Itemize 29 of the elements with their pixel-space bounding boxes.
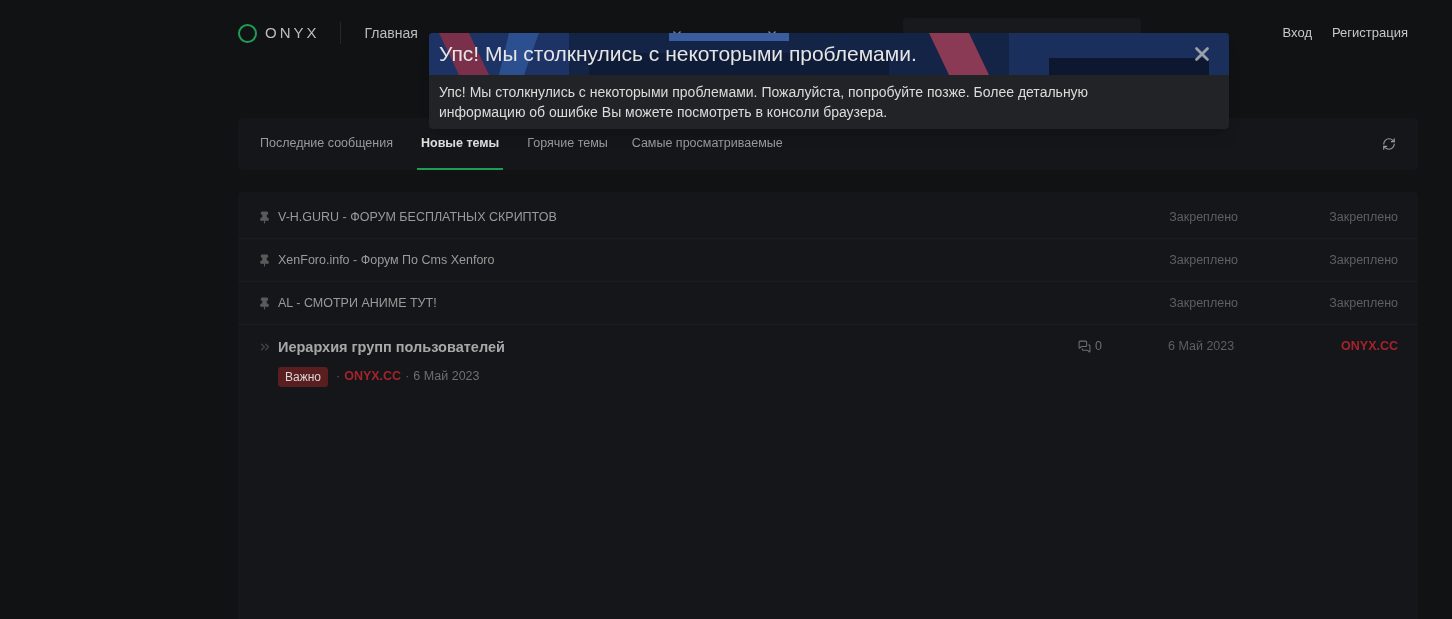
logo-icon — [238, 23, 257, 43]
thread-date: Закреплено — [1169, 294, 1239, 312]
thread-date: Закреплено — [1169, 208, 1239, 226]
last-post: Закреплено — [1329, 294, 1398, 312]
refresh-icon[interactable] — [1382, 137, 1396, 151]
separator-dot: · — [405, 368, 410, 386]
thread-title[interactable]: XenForo.info - Форум По Cms Xenforo — [278, 250, 495, 270]
thread-title[interactable]: V-H.GURU - ФОРУМ БЕСПЛАТНЫХ СКРИПТОВ — [278, 207, 557, 227]
dialog-title: Упс! Мы столкнулись с некоторыми проблемами. — [439, 41, 917, 68]
double-chevron-icon — [258, 340, 272, 354]
auth-link[interactable]: Регистрация — [1332, 23, 1408, 43]
replies-icon — [1078, 339, 1092, 353]
thread-date: 6 Май 2023 — [1168, 338, 1236, 355]
last-post: Закреплено — [1329, 251, 1398, 269]
reply-count: 0 — [1095, 338, 1102, 355]
thread-title[interactable]: AL - СМОТРИ АНИМЕ ТУТ! — [278, 293, 437, 313]
auth-link[interactable]: Вход — [1282, 23, 1312, 43]
last-post: Закреплено — [1329, 208, 1398, 226]
separator-dot: · — [336, 368, 341, 386]
tag: Важно — [278, 366, 328, 387]
pin-icon — [258, 210, 271, 224]
nav-link[interactable]: Главная — [364, 22, 418, 44]
tab[interactable]: Последние сообщения — [260, 118, 393, 170]
logo[interactable]: ONYX — [265, 21, 320, 45]
post-date: 6 Май 2023 — [413, 368, 480, 386]
thread-date: Закреплено — [1169, 251, 1239, 269]
pin-icon — [258, 253, 271, 267]
thread-title[interactable]: Иерархия групп пользователей — [278, 339, 505, 355]
pin-icon — [258, 296, 271, 310]
